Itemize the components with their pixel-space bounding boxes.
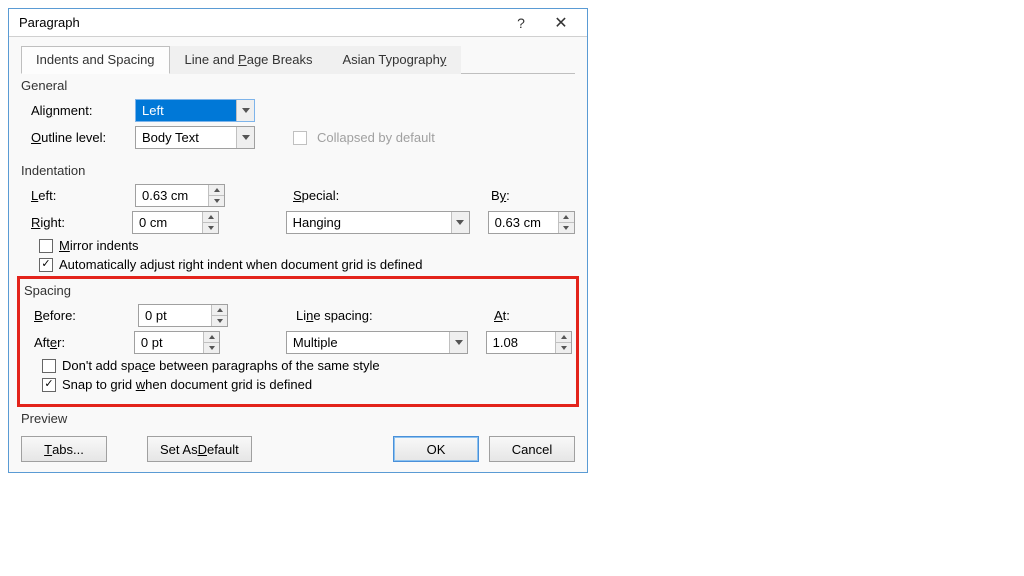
tab-indents-spacing[interactable]: Indents and Spacing [21, 46, 170, 74]
indent-right-label: Right: [21, 215, 128, 230]
cancel-button[interactable]: Cancel [489, 436, 575, 462]
alignment-value: Left [136, 100, 236, 121]
indent-left-value: 0.63 cm [136, 185, 208, 206]
tab-line-page-breaks[interactable]: Line and Page Breaks [170, 46, 328, 74]
special-value: Hanging [287, 212, 451, 233]
by-label: By: [491, 188, 510, 203]
after-spinner[interactable]: 0 pt [134, 331, 220, 354]
spinner-up-icon[interactable] [209, 185, 224, 196]
outline-combo[interactable]: Body Text [135, 126, 255, 149]
alignment-combo-button[interactable] [236, 100, 254, 121]
chevron-down-icon [456, 220, 464, 225]
row-spacing-before: Before: 0 pt Line spacing: At: [24, 304, 572, 327]
before-spinner[interactable]: 0 pt [138, 304, 228, 327]
set-default-button[interactable]: Set As Default [147, 436, 252, 462]
special-combo[interactable]: Hanging [286, 211, 470, 234]
outline-combo-button[interactable] [236, 127, 254, 148]
spinner-up-icon[interactable] [559, 212, 574, 223]
after-value: 0 pt [135, 332, 203, 353]
special-label: Special: [293, 188, 423, 203]
by-spinner[interactable]: 0.63 cm [488, 211, 575, 234]
collapsed-label: Collapsed by default [317, 130, 435, 145]
auto-adjust-row: ✓ Automatically adjust right indent when… [39, 257, 575, 272]
paragraph-dialog: Paragraph ? ✕ Indents and Spacing Line a… [8, 8, 588, 473]
indent-right-value: 0 cm [133, 212, 202, 233]
ok-button[interactable]: OK [393, 436, 479, 462]
snap-grid-row: ✓ Snap to grid when document grid is def… [42, 377, 572, 392]
spinner-down-icon[interactable] [209, 196, 224, 206]
snap-grid-label: Snap to grid when document grid is defin… [62, 377, 312, 392]
spinner-down-icon[interactable] [556, 343, 571, 353]
spacing-highlight: Spacing Before: 0 pt Line spacing: At: A… [17, 276, 579, 407]
row-outline: Outline level: Body Text Collapsed by de… [21, 126, 575, 149]
before-value: 0 pt [139, 305, 211, 326]
spinner-down-icon[interactable] [212, 316, 227, 326]
group-indent-label: Indentation [21, 163, 575, 178]
tabs-button[interactable]: Tabs... [21, 436, 107, 462]
row-alignment: Alignment: Left [21, 99, 575, 122]
line-spacing-combo-button[interactable] [449, 332, 467, 353]
outline-label: Outline level: [21, 130, 131, 145]
no-add-space-row: Don't add space between paragraphs of th… [42, 358, 572, 373]
no-add-space-label: Don't add space between paragraphs of th… [62, 358, 380, 373]
dialog-body: Indents and Spacing Line and Page Breaks… [9, 37, 587, 472]
indent-right-spinner[interactable]: 0 cm [132, 211, 219, 234]
by-value: 0.63 cm [489, 212, 558, 233]
indent-left-spinner[interactable]: 0.63 cm [135, 184, 225, 207]
titlebar: Paragraph ? ✕ [9, 9, 587, 37]
help-button[interactable]: ? [501, 10, 541, 36]
help-icon: ? [517, 15, 525, 31]
spinner-down-icon[interactable] [559, 223, 574, 233]
after-label: After: [24, 335, 130, 350]
outline-value: Body Text [136, 127, 236, 148]
group-preview-label: Preview [21, 411, 575, 426]
group-general-label: General [21, 78, 575, 93]
chevron-down-icon [242, 108, 250, 113]
spinner-up-icon[interactable] [556, 332, 571, 343]
row-indent-right: Right: 0 cm Hanging 0.63 cm [21, 211, 575, 234]
line-spacing-combo[interactable]: Multiple [286, 331, 468, 354]
spinner-up-icon[interactable] [204, 332, 219, 343]
special-combo-button[interactable] [451, 212, 469, 233]
before-label: Before: [24, 308, 134, 323]
mirror-indents-label: Mirror indents [59, 238, 138, 253]
close-icon: ✕ [554, 13, 567, 33]
spinner-down-icon[interactable] [203, 223, 218, 233]
at-value: 1.08 [487, 332, 555, 353]
auto-adjust-label: Automatically adjust right indent when d… [59, 257, 423, 272]
row-spacing-after: After: 0 pt Multiple [24, 331, 572, 354]
line-spacing-label: Line spacing: [296, 308, 426, 323]
alignment-label: Alignment: [21, 103, 131, 118]
dialog-footer: Tabs... Set As Default OK Cancel [21, 436, 575, 462]
at-label: At: [494, 308, 510, 323]
spinner-up-icon[interactable] [203, 212, 218, 223]
collapsed-checkbox [293, 131, 307, 145]
spinner-up-icon[interactable] [212, 305, 227, 316]
line-spacing-value: Multiple [287, 332, 449, 353]
at-spinner[interactable]: 1.08 [486, 331, 572, 354]
chevron-down-icon [242, 135, 250, 140]
mirror-indents-row: Mirror indents [39, 238, 575, 253]
close-button[interactable]: ✕ [541, 10, 581, 36]
dialog-title: Paragraph [19, 15, 501, 30]
chevron-down-icon [455, 340, 463, 345]
tab-strip: Indents and Spacing Line and Page Breaks… [21, 45, 575, 74]
snap-grid-checkbox[interactable]: ✓ [42, 378, 56, 392]
indent-left-label: Left: [21, 188, 131, 203]
spinner-down-icon[interactable] [204, 343, 219, 353]
auto-adjust-checkbox[interactable]: ✓ [39, 258, 53, 272]
tab-asian-typography[interactable]: Asian Typography [327, 46, 461, 74]
mirror-indents-checkbox[interactable] [39, 239, 53, 253]
no-add-space-checkbox[interactable] [42, 359, 56, 373]
alignment-combo[interactable]: Left [135, 99, 255, 122]
group-spacing-label: Spacing [24, 283, 572, 298]
row-indent-left: Left: 0.63 cm Special: By: [21, 184, 575, 207]
